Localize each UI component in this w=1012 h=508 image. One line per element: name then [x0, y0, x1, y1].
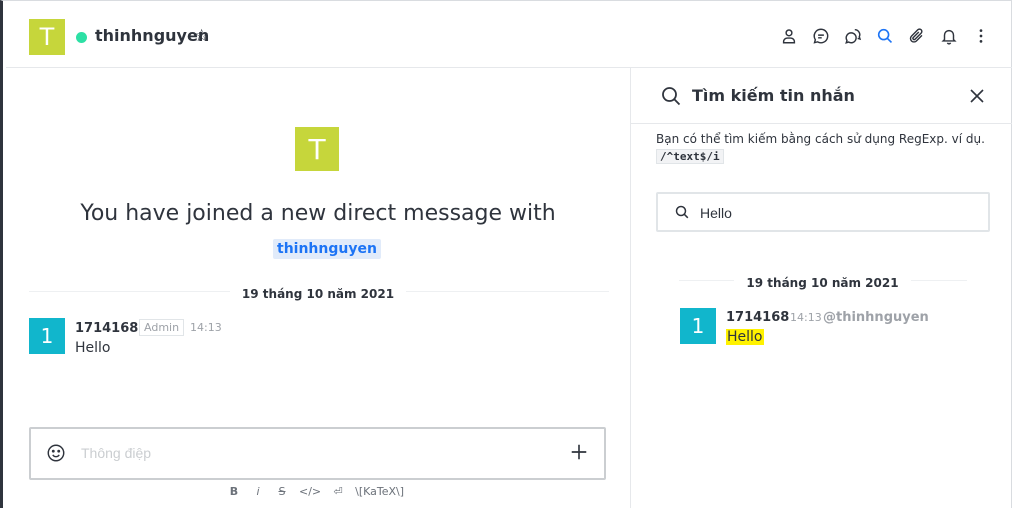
search-result-item[interactable]: 1 1714168 14:13 @thinhnguyen Hello: [680, 308, 1000, 348]
result-username[interactable]: 1714168: [726, 310, 789, 325]
role-badge: Admin: [139, 319, 185, 336]
room-title[interactable]: thinhnguyen: [95, 26, 209, 45]
notifications-icon[interactable]: [938, 25, 959, 47]
message-list: T You have joined a new direct message w…: [6, 68, 630, 508]
user-mention-link[interactable]: thinhnguyen: [273, 239, 381, 259]
bold-button[interactable]: B: [227, 485, 241, 498]
room-header: T thinhnguyen ☆: [6, 2, 1012, 68]
result-avatar[interactable]: 1: [680, 308, 716, 344]
katex-button[interactable]: \[KaTeX\]: [355, 485, 404, 498]
message-username[interactable]: 1714168: [75, 321, 138, 336]
user-info-icon[interactable]: [778, 25, 799, 47]
result-highlighted-text: Hello: [726, 329, 764, 345]
search-panel: Tìm kiếm tin nhắn Bạn có thể tìm kiếm bằ…: [630, 68, 1012, 508]
favorite-star-icon[interactable]: ☆: [194, 26, 209, 46]
result-timestamp: 14:13: [790, 311, 822, 324]
room-avatar[interactable]: T: [29, 19, 65, 55]
attachment-icon[interactable]: [906, 25, 927, 47]
discussion-icon[interactable]: [810, 25, 831, 47]
message-avatar[interactable]: 1: [29, 318, 65, 354]
search-icon: [660, 85, 682, 107]
message-item[interactable]: 1 1714168 Admin 14:13 Hello: [29, 318, 609, 360]
result-date-divider: 19 tháng 10 năm 2021: [734, 276, 911, 290]
message-composer: [29, 427, 606, 480]
formatting-toolbar: B i S </> ⏎ \[KaTeX\]: [227, 485, 404, 498]
emoji-icon[interactable]: [45, 442, 67, 464]
strike-button[interactable]: S: [275, 485, 289, 498]
search-panel-header: Tìm kiếm tin nhắn: [631, 68, 1012, 124]
contact-avatar[interactable]: T: [295, 127, 339, 171]
kebab-menu-icon[interactable]: [970, 25, 991, 47]
code-button[interactable]: </>: [299, 485, 321, 498]
message-search-input[interactable]: [700, 203, 970, 223]
room-intro-text: You have joined a new direct message wit…: [80, 201, 556, 226]
search-hint: Bạn có thể tìm kiếm bằng cách sử dụng Re…: [656, 131, 996, 165]
italic-button[interactable]: i: [251, 485, 265, 498]
result-handle: @thinhnguyen: [823, 310, 929, 325]
threads-icon[interactable]: [842, 25, 863, 47]
search-panel-title: Tìm kiếm tin nhắn: [692, 86, 855, 105]
app-window: T thinhnguyen ☆ T You have joined a new …: [0, 0, 1012, 508]
search-field-icon: [674, 204, 690, 220]
plus-icon[interactable]: [568, 441, 590, 463]
search-hint-text: Bạn có thể tìm kiếm bằng cách sử dụng Re…: [656, 132, 985, 146]
message-input[interactable]: [81, 442, 541, 464]
search-icon[interactable]: [874, 25, 895, 47]
room-toolbar: [778, 25, 991, 47]
close-icon[interactable]: [967, 86, 987, 106]
regex-example: /^text$/i: [656, 149, 724, 164]
online-status-icon: [76, 32, 87, 43]
message-search-field: [656, 192, 990, 232]
message-body: Hello: [75, 340, 111, 356]
message-timestamp: 14:13: [190, 321, 222, 334]
multiline-button[interactable]: ⏎: [331, 485, 345, 498]
date-divider: 19 tháng 10 năm 2021: [229, 287, 407, 301]
